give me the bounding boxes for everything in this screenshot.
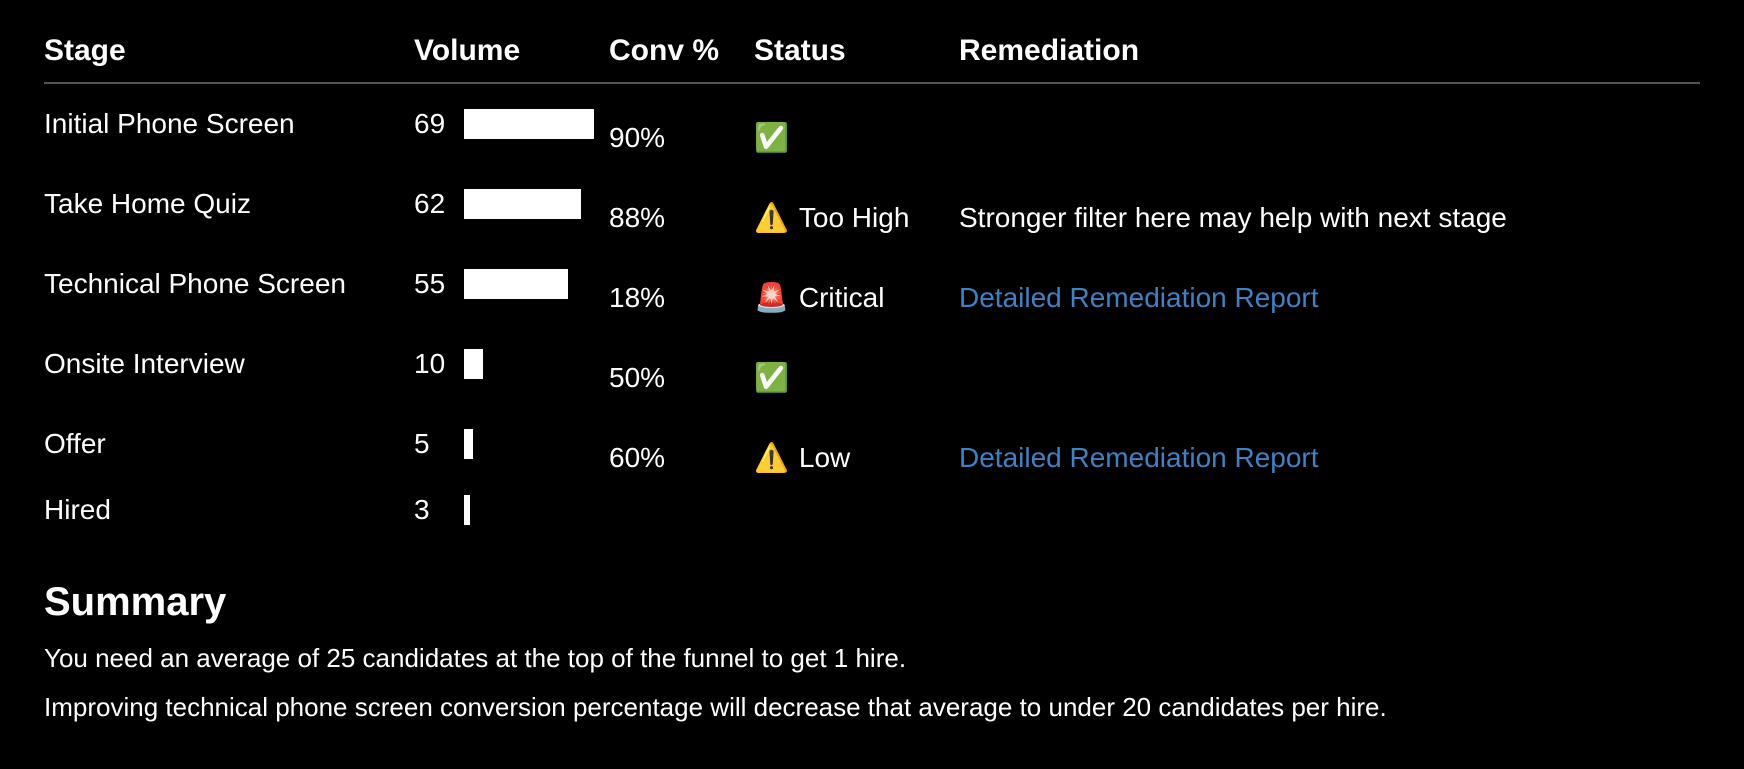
volume-value: 3 [414,494,454,526]
summary-line-1: You need an average of 25 candidates at … [44,643,1700,674]
stage-cell: Onsite Interview [44,324,414,404]
volume-bar [464,109,594,139]
remediation-link[interactable]: Detailed Remediation Report [959,282,1319,313]
status-icon: ✅ [754,124,789,152]
status-icon: 🚨 [754,284,789,312]
status-icon: ⚠️ [754,444,789,472]
status-cell: ✅ [754,97,959,178]
conv-cell: 18% [609,258,754,338]
remediation-cell: Detailed Remediation Report [959,418,1700,498]
col-header-volume: Volume [414,28,609,83]
volume-bar [464,349,594,379]
volume-bar [464,429,594,459]
volume-value: 69 [414,108,454,140]
remediation-link[interactable]: Detailed Remediation Report [959,442,1319,473]
summary-line-2: Improving technical phone screen convers… [44,692,1700,723]
volume-cell: 55 [414,244,609,324]
remediation-cell: Detailed Remediation Report [959,258,1700,338]
status-cell: 🚨 Critical [754,258,959,338]
volume-value: 5 [414,428,454,460]
stage-cell: Hired [44,484,414,536]
conv-cell [609,498,754,550]
volume-bar [464,189,594,219]
status-text: Too High [799,188,910,248]
status-text: Low [799,428,850,488]
stage-cell: Take Home Quiz [44,164,414,244]
volume-cell: 69 [414,83,609,164]
conv-cell: 90% [609,97,754,178]
remediation-text: Stronger filter here may help with next … [959,202,1507,233]
volume-value: 55 [414,268,454,300]
remediation-cell [959,498,1700,550]
conv-cell: 60% [609,418,754,498]
stage-cell: Initial Phone Screen [44,83,414,164]
funnel-table: Stage Volume Conv % Status Remediation I… [44,28,1700,536]
remediation-cell [959,97,1700,178]
volume-cell: 5 [414,404,609,484]
conv-cell: 88% [609,178,754,258]
col-header-remediation: Remediation [959,28,1700,83]
status-cell [754,498,959,550]
remediation-cell: Stronger filter here may help with next … [959,178,1700,258]
col-header-status: Status [754,28,959,83]
status-cell: ✅ [754,338,959,418]
volume-bar [464,495,594,525]
stage-cell: Technical Phone Screen [44,244,414,324]
volume-cell: 62 [414,164,609,244]
status-cell: ⚠️ Too High [754,178,959,258]
status-icon: ✅ [754,364,789,392]
status-icon: ⚠️ [754,204,789,232]
table-row: Initial Phone Screen6990%✅ [44,83,1700,164]
remediation-cell [959,338,1700,418]
conv-cell: 50% [609,338,754,418]
volume-cell: 10 [414,324,609,404]
volume-cell: 3 [414,484,609,536]
volume-value: 62 [414,188,454,220]
volume-value: 10 [414,348,454,380]
stage-cell: Offer [44,404,414,484]
status-cell: ⚠️ Low [754,418,959,498]
col-header-stage: Stage [44,28,414,83]
summary-heading: Summary [44,580,1700,625]
status-text: Critical [799,268,885,328]
volume-bar [464,269,594,299]
col-header-conv: Conv % [609,28,754,83]
